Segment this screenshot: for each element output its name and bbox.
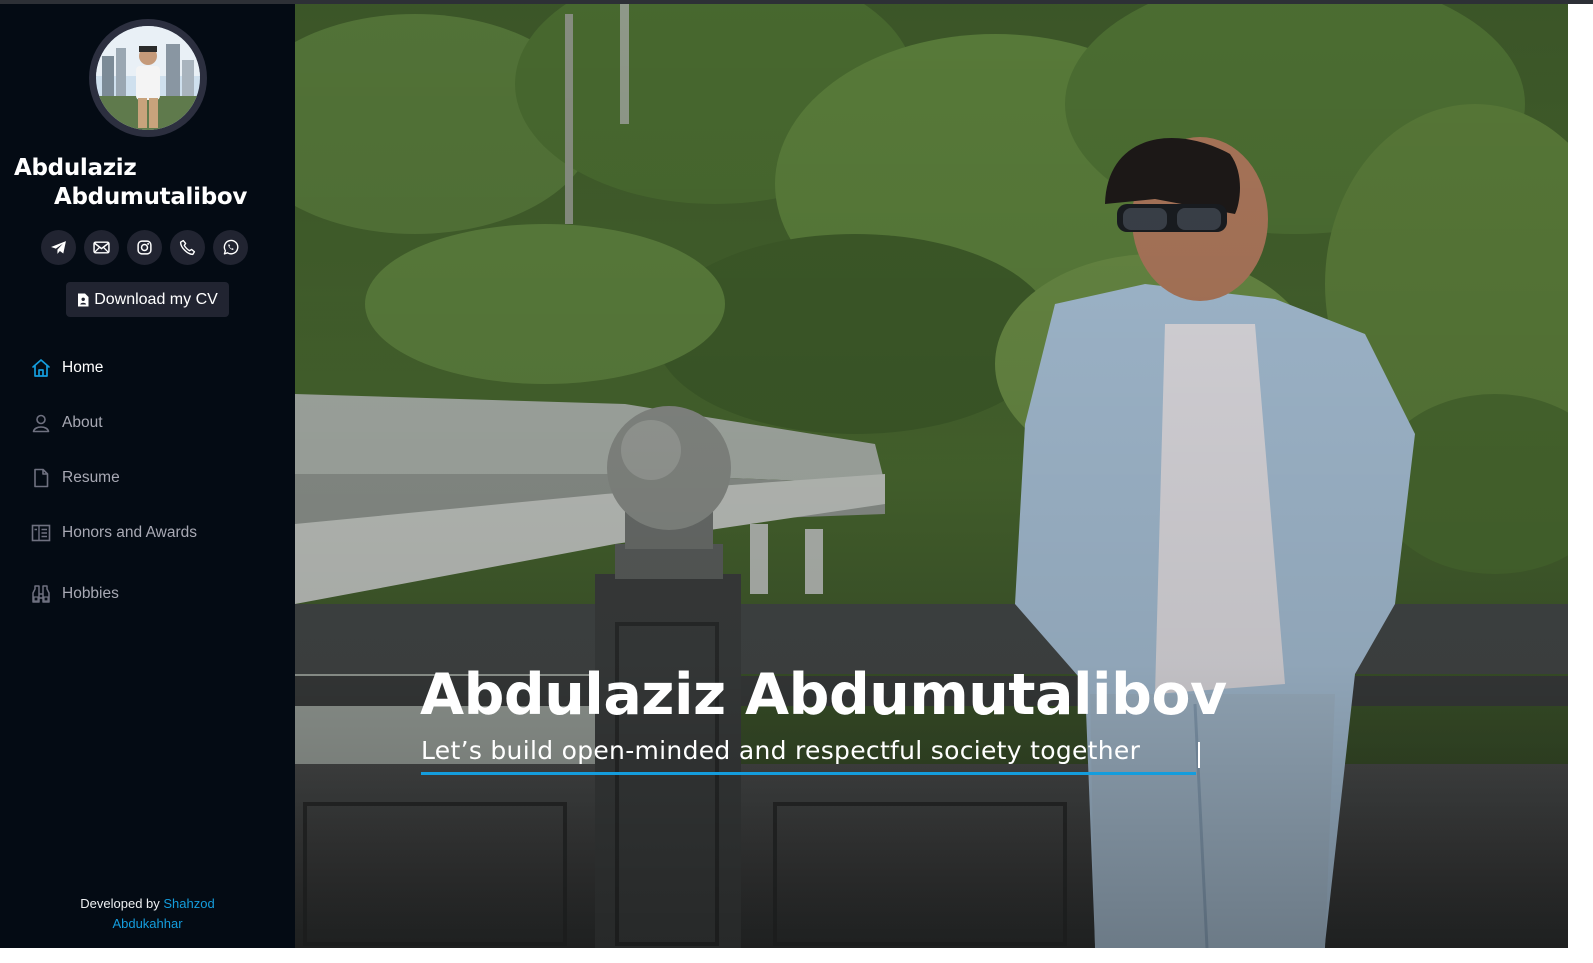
house-icon <box>32 359 50 377</box>
hero-subtitle-underline <box>421 772 1196 775</box>
hero-section: Abdulaziz Abdumutalibov Let’s build open… <box>295 4 1568 948</box>
page-bottom-margin <box>0 948 1593 963</box>
nav-item-honors-and-awards[interactable]: Honors and Awards <box>30 522 197 544</box>
profile-name-line1: Abdulaziz <box>14 155 137 181</box>
page-right-margin <box>1568 4 1593 963</box>
nav-label-resume: Resume <box>62 469 120 486</box>
nav-label-honors-and-awards: Honors and Awards <box>62 524 197 541</box>
avatar <box>89 19 207 137</box>
nav-label-about: About <box>62 414 103 431</box>
hero-title: Abdulaziz Abdumutalibov <box>420 662 1227 728</box>
sidebar: Abdulaziz Abdumutalibov Download my CV H… <box>0 4 295 948</box>
nav-item-resume[interactable]: Resume <box>30 467 120 489</box>
profile-name-line2: Abdumutalibov <box>54 184 248 210</box>
download-cv-label: Download my CV <box>94 290 218 308</box>
instagram-icon <box>137 240 152 255</box>
person-icon <box>32 414 50 433</box>
envelope-icon <box>93 241 110 254</box>
telegram-icon <box>51 241 66 254</box>
developer-link[interactable]: Shahzod <box>163 896 214 911</box>
profile-name: Abdulaziz Abdumutalibov <box>14 154 274 212</box>
layout-icon <box>31 524 51 542</box>
file-icon <box>34 468 49 488</box>
phone-icon <box>179 239 196 256</box>
instagram-link[interactable] <box>127 230 162 265</box>
social-links <box>41 230 248 265</box>
phone-link[interactable] <box>170 230 205 265</box>
developer-credit: Developed by Shahzod Abdukahhar <box>0 894 295 934</box>
email-link[interactable] <box>84 230 119 265</box>
whatsapp-icon <box>223 239 239 255</box>
credit-prefix: Developed by <box>80 896 164 911</box>
nav-item-hobbies[interactable]: Hobbies <box>30 583 119 605</box>
nav-item-about[interactable]: About <box>30 412 103 434</box>
download-cv-button[interactable]: Download my CV <box>66 282 229 317</box>
developer-link-line2[interactable]: Abdukahhar <box>112 916 182 931</box>
avatar-photo <box>96 26 200 130</box>
telegram-link[interactable] <box>41 230 76 265</box>
nav-label-hobbies: Hobbies <box>62 585 119 602</box>
file-person-icon <box>78 293 89 306</box>
nav-label-home: Home <box>62 359 104 376</box>
hero-background-photo <box>295 4 1568 948</box>
typing-caret <box>1198 742 1200 768</box>
binoculars-icon <box>32 585 50 603</box>
nav-item-home[interactable]: Home <box>30 357 103 379</box>
hero-subtitle: Let’s build open-minded and respectful s… <box>421 736 1141 765</box>
whatsapp-link[interactable] <box>213 230 248 265</box>
